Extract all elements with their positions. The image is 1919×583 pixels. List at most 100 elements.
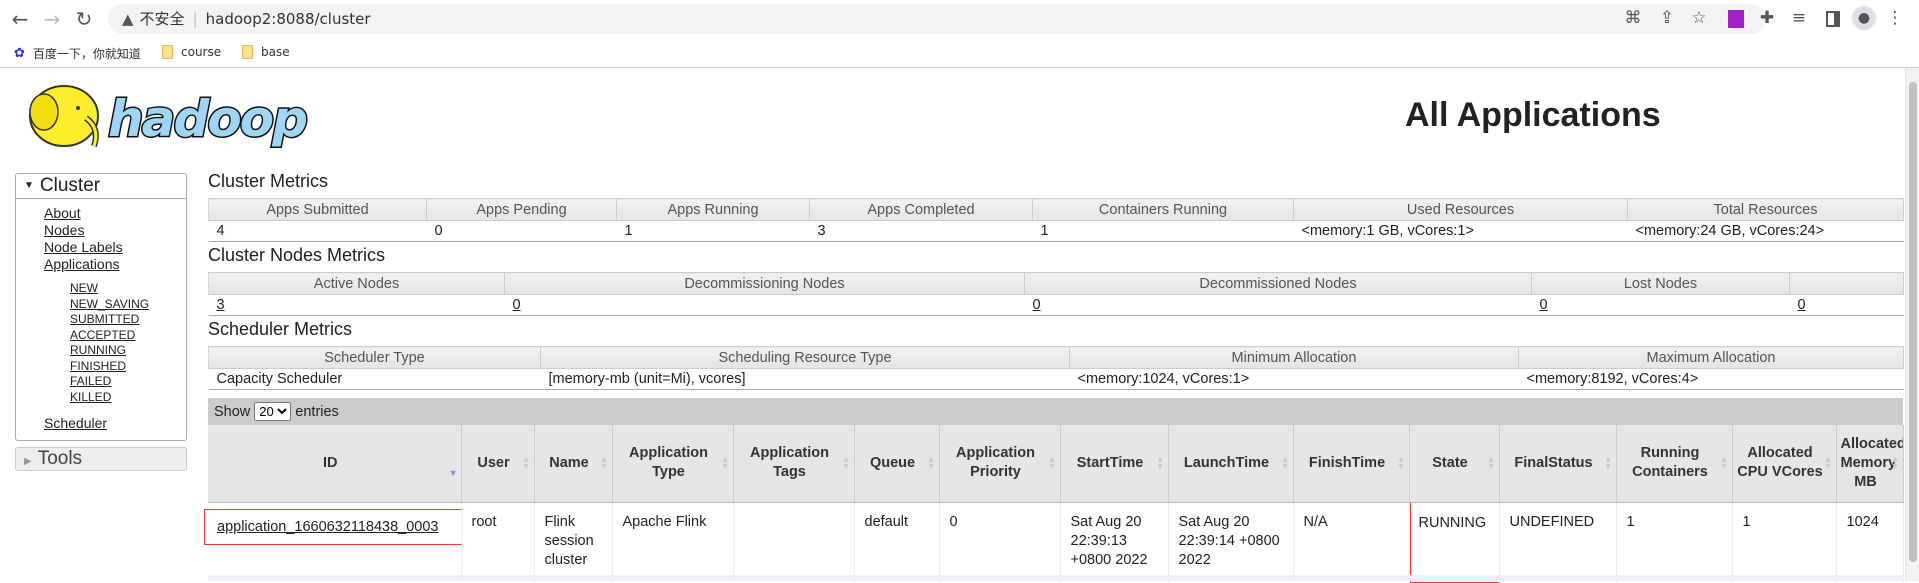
security-label: 不安全 [139,10,185,28]
column-header-10[interactable]: State ▲ ▼ [1409,425,1500,503]
column-header-2[interactable]: Name ▲ ▼ [534,425,613,503]
application-id-link[interactable]: application_1660632118438_0003 [217,519,438,535]
column-header-label: Queue [869,454,916,471]
cell-11: UNDEFINED [1499,502,1617,583]
column-header-label: State [1432,454,1468,471]
metric-value: 0 [504,294,1025,316]
column-header-4[interactable]: Application Tags ▲ ▼ [733,425,855,503]
state-value: RUNNING [1418,514,1487,531]
bookmark-label: 百度一下，你就知道 [32,47,141,61]
sort-arrows-icon: ▲ ▼ [926,454,936,471]
column-header-3[interactable]: Application Type ▲ ▼ [612,425,734,503]
cell-0: application_1660632118438_0003 [204,502,464,583]
column-header-label: User [477,454,510,471]
column-header: Apps Submitted [208,198,427,221]
entries-per-page-select[interactable]: 20 [254,402,292,421]
column-header-7[interactable]: StartTime ▲ ▼ [1060,425,1169,503]
column-header: Active Nodes [208,272,505,295]
metric-value: 0 [1789,294,1904,316]
media-queue-icon[interactable]: ≡ [1788,8,1810,28]
menu-kebab-icon[interactable]: ⋮ [1884,8,1906,28]
cell-7: Sat Aug 20 22:39:13 +0800 2022 [1060,502,1169,583]
column-header: Apps Running [616,198,810,221]
column-header: Scheduling Resource Type [540,346,1070,369]
sidebar-link-about[interactable]: About [44,205,186,222]
sort-arrows-icon: ▲ ▼ [1396,454,1406,471]
column-header-12[interactable]: Running Containers ▲ ▼ [1616,425,1733,503]
sidebar-link-submitted[interactable]: SUBMITTED [44,312,186,328]
cluster-metrics-table: Apps Submitted Apps Pending Apps Running Ap… [208,198,1904,242]
rp-extension-icon[interactable] [1728,10,1744,28]
sort-arrows-icon: ▲ ▼ [720,454,730,471]
column-header-6[interactable]: Application Priority ▲ ▼ [939,425,1061,503]
column-header-label: FinalStatus [1514,454,1593,471]
hadoop-logo: hadoop [29,85,310,150]
metric-link[interactable]: 0 [1798,297,1806,313]
back-button[interactable]: ← [8,7,32,31]
bookmark-course[interactable]: course [162,45,221,59]
bookmark-label: course [181,45,222,59]
tools-section-header[interactable]: ▶ Tools [15,447,187,471]
profile-avatar-icon[interactable]: ● [1852,6,1876,30]
extensions-puzzle-icon[interactable]: ✚ [1756,8,1778,28]
metric-link[interactable]: 3 [217,297,225,313]
logo-wordmark: hadoop [108,90,308,148]
sidebar-link-new-saving[interactable]: NEW_SAVING [44,297,186,313]
column-header-0[interactable]: ID ▼ [208,425,462,503]
scheduler-metrics-title: Scheduler Metrics [208,319,353,339]
column-header: Apps Pending [426,198,617,221]
column-header-9[interactable]: FinishTime ▲ ▼ [1293,425,1410,503]
metric-value: 3 [809,220,1033,242]
column-header: Apps Completed [809,198,1033,221]
cluster-section-header[interactable]: ▼ Cluster [16,174,186,199]
share-icon[interactable]: ⇪ [1656,8,1678,28]
sidebar-link-new[interactable]: NEW [44,281,186,297]
address-bar[interactable]: ▲ 不安全 | hadoop2:8088/cluster [108,4,1766,34]
divider: | [192,10,198,28]
column-header-14[interactable]: Allocated Memory MB ▲ ▼ [1836,425,1904,503]
metric-link[interactable]: 0 [513,297,521,313]
reload-button[interactable]: ↻ [72,7,96,31]
column-header-11[interactable]: FinalStatus ▲ ▼ [1499,425,1617,503]
scrollbar-thumb[interactable] [1909,82,1917,562]
sort-arrows-icon: ▲ ▼ [1047,454,1057,471]
metric-value: <memory:8192, vCores:4> [1518,368,1904,390]
column-header-8[interactable]: LaunchTime ▲ ▼ [1168,425,1294,503]
sort-arrows-icon: ▲ ▼ [521,454,531,471]
column-header-13[interactable]: Allocated CPU VCores ▲ ▼ [1732,425,1837,503]
sidebar-link-node-labels[interactable]: Node Labels [44,239,186,256]
sidebar-link-failed[interactable]: FAILED [44,374,186,390]
metric-value: 0 [1531,294,1790,316]
column-header: Minimum Allocation [1069,346,1519,369]
folder-icon [162,45,173,59]
browser-toolbar: ← → ↻ ▲ 不安全 | hadoop2:8088/cluster ⌘ ⇪ ☆ ✚ … [0,0,1919,37]
cell-1: root [461,502,535,583]
sidebar-link-running[interactable]: RUNNING [44,343,186,359]
forward-button[interactable]: → [40,7,64,31]
sidebar-link-finished[interactable]: FINISHED [44,359,186,375]
column-header-label: Running Containers [1632,445,1708,481]
metric-link[interactable]: 0 [1540,297,1548,313]
metric-link[interactable]: 0 [1033,297,1041,313]
column-header-5[interactable]: Queue ▲ ▼ [854,425,940,503]
sidebar-link-applications[interactable]: Applications [44,256,186,273]
bookmark-base[interactable]: base [242,45,290,59]
bookmark-star-icon[interactable]: ☆ [1688,8,1710,28]
url-text: hadoop2:8088/cluster [205,10,371,28]
sidebar: ▼ Cluster About Nodes Node Labels Applica… [15,173,187,471]
side-panel-icon[interactable] [1826,11,1840,27]
column-header-label: FinishTime [1308,454,1386,471]
sidebar-link-accepted[interactable]: ACCEPTED [44,328,186,344]
metric-value: Capacity Scheduler [208,368,541,390]
sidebar-link-scheduler[interactable]: Scheduler [44,415,186,432]
cell-4 [733,502,855,583]
cluster-metrics-title: Cluster Metrics [208,171,329,191]
translate-icon[interactable]: ⌘ [1622,8,1644,28]
bookmark-label: base [261,45,290,59]
page-scrollbar[interactable] [1905,68,1919,581]
sidebar-link-killed[interactable]: KILLED [44,390,186,406]
bookmark-baidu[interactable]: ✿ 百度一下，你就知道 [14,45,141,62]
cell-9: N/A [1293,502,1410,583]
sidebar-link-nodes[interactable]: Nodes [44,222,186,239]
column-header-1[interactable]: User ▲ ▼ [461,425,535,503]
